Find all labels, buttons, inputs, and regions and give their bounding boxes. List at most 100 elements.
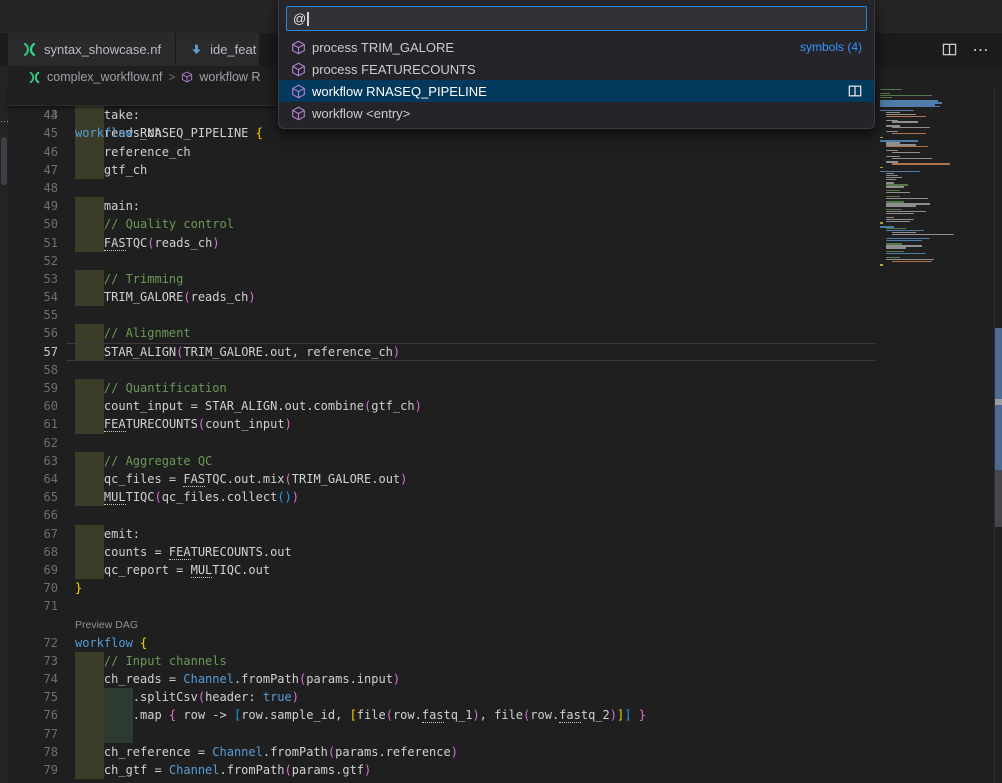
code-line[interactable]: 53 // Trimming bbox=[8, 270, 875, 288]
line-number: 60 bbox=[8, 397, 58, 415]
code-line[interactable]: 72workflow { bbox=[8, 634, 875, 652]
line-number: 47 bbox=[8, 161, 58, 179]
code-line[interactable]: 68 counts = FEATURECOUNTS.out bbox=[8, 543, 875, 561]
line-number: 56 bbox=[8, 324, 58, 342]
quick-open-result[interactable]: workflow RNASEQ_PIPELINE bbox=[279, 80, 874, 102]
line-number: 64 bbox=[8, 470, 58, 488]
quick-open-results: process TRIM_GALORE symbols (4) process F… bbox=[279, 36, 874, 124]
overflow-dots-icon[interactable]: ⋯ bbox=[0, 116, 8, 127]
code-line[interactable]: 51 FASTQC(reads_ch) bbox=[8, 234, 875, 252]
code-line[interactable]: 63 // Aggregate QC bbox=[8, 452, 875, 470]
minimap-row bbox=[880, 93, 890, 94]
breadcrumb-file[interactable]: complex_workflow.nf bbox=[47, 70, 162, 84]
scrollbar-decoration[interactable] bbox=[995, 399, 1002, 405]
code-line[interactable]: 62 bbox=[8, 434, 875, 452]
code-line[interactable]: 64 qc_files = FASTQC.out.mix(TRIM_GALORE… bbox=[8, 470, 875, 488]
line-number: 70 bbox=[8, 579, 58, 597]
quick-open-input[interactable]: @ bbox=[286, 6, 867, 31]
line-number: 65 bbox=[8, 488, 58, 506]
code-line[interactable]: 67 emit: bbox=[8, 525, 875, 543]
code-line[interactable]: 47 gtf_ch bbox=[8, 161, 875, 179]
minimap-row bbox=[886, 219, 914, 220]
split-editor-icon[interactable] bbox=[938, 39, 960, 61]
editor-actions: ⋯ bbox=[938, 33, 998, 66]
code-line[interactable]: 57 STAR_ALIGN(TRIM_GALORE.out, reference… bbox=[8, 343, 875, 361]
code-line[interactable]: 74 ch_reads = Channel.fromPath(params.in… bbox=[8, 670, 875, 688]
code-line[interactable]: 71 bbox=[8, 597, 875, 615]
line-number: 51 bbox=[8, 234, 58, 252]
minimap-row bbox=[892, 163, 950, 164]
line-number: 61 bbox=[8, 415, 58, 433]
tab-ide-features[interactable]: ide_feat bbox=[176, 33, 259, 66]
symbols-count-badge[interactable]: symbols (4) bbox=[800, 40, 862, 54]
code-line[interactable]: 80 bbox=[8, 779, 875, 783]
codelens-preview-dag[interactable]: Preview DAG bbox=[8, 615, 875, 633]
minimap-row bbox=[886, 114, 916, 115]
minimap[interactable] bbox=[878, 89, 966, 649]
code-line[interactable]: 79 ch_gtf = Channel.fromPath(params.gtf) bbox=[8, 761, 875, 779]
minimap-row bbox=[886, 198, 928, 199]
minimap-row bbox=[880, 264, 883, 265]
symbol-cube-icon bbox=[291, 62, 306, 77]
code-line[interactable]: 75 .splitCsv(header: true) bbox=[8, 688, 875, 706]
code-line[interactable]: 58 bbox=[8, 361, 875, 379]
code-line[interactable]: 52 bbox=[8, 252, 875, 270]
line-number: 58 bbox=[8, 361, 58, 379]
nextflow-logo-icon bbox=[28, 71, 41, 84]
tab-label: syntax_showcase.nf bbox=[44, 42, 161, 57]
minimap-row bbox=[886, 205, 916, 206]
line-number: 48 bbox=[8, 179, 58, 197]
code-editor[interactable]: 44 take:45 reads_ch46 reference_ch47 gtf… bbox=[8, 88, 875, 783]
code-line[interactable]: 78 ch_reference = Channel.fromPath(param… bbox=[8, 743, 875, 761]
code-line[interactable]: 54 TRIM_GALORE(reads_ch) bbox=[8, 288, 875, 306]
minimap-row bbox=[892, 127, 930, 128]
line-number: 69 bbox=[8, 561, 58, 579]
code-line[interactable]: 46 reference_ch bbox=[8, 143, 875, 161]
open-to-side-icon[interactable] bbox=[848, 84, 862, 98]
more-actions-icon[interactable]: ⋯ bbox=[970, 39, 992, 61]
code-line[interactable]: 60 count_input = STAR_ALIGN.out.combine(… bbox=[8, 397, 875, 415]
line-number: 77 bbox=[8, 725, 58, 743]
code-line[interactable]: 76 .map { row -> [row.sample_id, [file(r… bbox=[8, 706, 875, 724]
minimap-row bbox=[886, 240, 922, 241]
code-line[interactable]: 55 bbox=[8, 306, 875, 324]
quick-open-result[interactable]: process TRIM_GALORE symbols (4) bbox=[279, 36, 874, 58]
code-line[interactable]: 70} bbox=[8, 579, 875, 597]
minimap-row bbox=[886, 247, 906, 248]
code-line[interactable]: 69 qc_report = MULTIQC.out bbox=[8, 561, 875, 579]
line-number: 55 bbox=[8, 306, 58, 324]
tab-syntax-showcase[interactable]: syntax_showcase.nf bbox=[8, 33, 175, 66]
code-line[interactable]: 48 bbox=[8, 179, 875, 197]
code-line[interactable]: 61 FEATURECOUNTS(count_input) bbox=[8, 415, 875, 433]
result-label: process TRIM_GALORE bbox=[312, 40, 454, 55]
code-line[interactable]: 50 // Quality control bbox=[8, 215, 875, 233]
left-panel-strip: ⋯ bbox=[0, 66, 8, 783]
quick-open-result[interactable]: process FEATURECOUNTS bbox=[279, 58, 874, 80]
minimap-row bbox=[886, 238, 930, 239]
quick-open-result[interactable]: workflow <entry> bbox=[279, 102, 874, 124]
breadcrumb-symbol[interactable]: workflow R bbox=[199, 70, 260, 84]
code-line[interactable]: 73 // Input channels bbox=[8, 652, 875, 670]
symbol-cube-icon bbox=[181, 71, 193, 83]
minimap-row bbox=[892, 152, 920, 153]
minimap-row bbox=[892, 158, 932, 159]
code-line[interactable]: 59 // Quantification bbox=[8, 379, 875, 397]
minimap-row bbox=[880, 95, 932, 96]
minimap-row bbox=[886, 213, 914, 214]
minimap-row bbox=[886, 253, 926, 254]
line-number: 57 bbox=[8, 343, 58, 361]
code-line[interactable]: 65 MULTIQC(qc_files.collect()) bbox=[8, 488, 875, 506]
minimap-row bbox=[886, 221, 910, 222]
right-scrollbar-strip[interactable] bbox=[994, 88, 1002, 783]
result-label: workflow RNASEQ_PIPELINE bbox=[312, 84, 487, 99]
code-line[interactable]: 66 bbox=[8, 506, 875, 524]
symbol-cube-icon bbox=[291, 40, 306, 55]
vscode-window: syntax_showcase.nf ide_feat ⋯ bbox=[0, 0, 1002, 783]
minimap-row bbox=[880, 137, 883, 138]
code-line[interactable]: 49 main: bbox=[8, 197, 875, 215]
scrollbar-decoration[interactable] bbox=[995, 470, 1002, 527]
code-line[interactable]: 77 bbox=[8, 725, 875, 743]
code-line[interactable]: 56 // Alignment bbox=[8, 324, 875, 342]
left-scrollbar-thumb[interactable] bbox=[1, 137, 7, 185]
line-number: 63 bbox=[8, 452, 58, 470]
